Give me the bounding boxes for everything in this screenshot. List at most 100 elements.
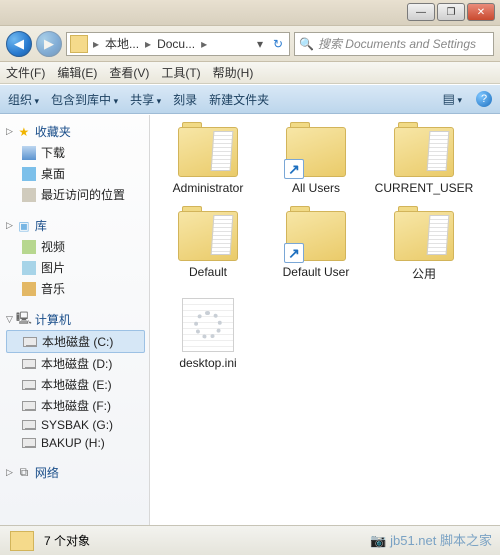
download-icon <box>22 146 36 160</box>
minimize-button[interactable]: — <box>407 3 435 21</box>
toolbar: 组织 包含到库中 共享 刻录 新建文件夹 ▤ ? <box>0 84 500 114</box>
sidebar-item-label: 图片 <box>41 259 65 276</box>
menu-help[interactable]: 帮助(H) <box>213 64 254 81</box>
item-label: CURRENT_USER <box>370 181 478 195</box>
burn-button[interactable]: 刻录 <box>173 91 197 108</box>
share-button[interactable]: 共享 <box>130 91 161 108</box>
sidebar-item-label: 本地磁盘 (C:) <box>42 333 113 350</box>
folder-item[interactable]: ↗ All Users <box>262 127 370 195</box>
search-placeholder: 搜索 Documents and Settings <box>318 35 476 52</box>
sidebar-item-label: 视频 <box>41 238 65 255</box>
folder-icon <box>178 127 238 177</box>
ini-file-icon <box>182 298 234 352</box>
close-button[interactable]: ✕ <box>467 3 495 21</box>
chevron-right-icon: ▷ <box>6 467 13 478</box>
new-folder-button[interactable]: 新建文件夹 <box>209 91 269 108</box>
sidebar-item-label: 音乐 <box>41 280 65 297</box>
folder-icon <box>394 127 454 177</box>
sidebar-head-label: 收藏夹 <box>35 123 71 140</box>
breadcrumb-seg-2[interactable]: Docu... <box>153 37 199 51</box>
folder-item[interactable]: 公用 <box>370 211 478 282</box>
video-icon <box>22 240 36 254</box>
drive-icon <box>22 438 36 448</box>
maximize-button[interactable]: ❐ <box>437 3 465 21</box>
back-button[interactable]: ◀ <box>6 31 32 57</box>
breadcrumb-seg-1[interactable]: 本地... <box>101 35 143 52</box>
address-dropdown-icon[interactable]: ▾ <box>253 37 267 51</box>
sidebar-item-drive[interactable]: 本地磁盘 (C:) <box>6 330 145 353</box>
watermark: 📷 jb51.net 脚本之家 <box>370 530 492 549</box>
chevron-down-icon: ▽ <box>6 314 13 325</box>
item-label: desktop.ini <box>154 356 262 370</box>
item-label: Default <box>154 265 262 279</box>
folder-icon <box>70 35 88 53</box>
sidebar-item-drive[interactable]: 本地磁盘 (D:) <box>6 353 149 374</box>
sidebar-item-label: 本地磁盘 (D:) <box>41 355 112 372</box>
search-input[interactable]: 🔍 搜索 Documents and Settings <box>294 32 494 56</box>
sidebar-head-label: 网络 <box>35 464 59 481</box>
breadcrumb-sep-icon: ▸ <box>91 37 101 51</box>
item-label: All Users <box>262 181 370 195</box>
sidebar-item-pictures[interactable]: 图片 <box>6 257 149 278</box>
shortcut-overlay-icon: ↗ <box>284 159 304 179</box>
sidebar-item-recent[interactable]: 最近访问的位置 <box>6 184 149 205</box>
status-count: 7 个对象 <box>44 532 90 549</box>
main-area: ▷ ★ 收藏夹 下载 桌面 最近访问的位置 ▷ ▣ 库 <box>0 114 500 525</box>
sidebar-item-music[interactable]: 音乐 <box>6 278 149 299</box>
desktop-icon <box>22 167 36 181</box>
sidebar-item-drive[interactable]: SYSBAK (G:) <box>6 416 149 434</box>
sidebar-item-downloads[interactable]: 下载 <box>6 142 149 163</box>
folder-icon <box>10 531 34 551</box>
chevron-right-icon: ▷ <box>6 220 13 231</box>
sidebar-item-label: 下载 <box>41 144 65 161</box>
sidebar-item-videos[interactable]: 视频 <box>6 236 149 257</box>
menu-tools[interactable]: 工具(T) <box>161 64 200 81</box>
sidebar-item-drive[interactable]: 本地磁盘 (F:) <box>6 395 149 416</box>
drive-icon <box>23 337 37 347</box>
menu-edit[interactable]: 编辑(E) <box>57 64 97 81</box>
breadcrumb-sep-icon: ▸ <box>143 37 153 51</box>
sidebar-item-drive[interactable]: BAKUP (H:) <box>6 434 149 452</box>
folder-icon: ↗ <box>286 127 346 177</box>
view-mode-button[interactable]: ▤ <box>441 91 464 107</box>
folder-icon <box>394 211 454 261</box>
sidebar-item-label: BAKUP (H:) <box>41 436 105 450</box>
sidebar-item-drive[interactable]: 本地磁盘 (E:) <box>6 374 149 395</box>
breadcrumb-sep-icon: ▸ <box>199 37 209 51</box>
file-item[interactable]: desktop.ini <box>154 298 262 370</box>
titlebar: — ❐ ✕ <box>0 0 500 26</box>
address-bar[interactable]: ▸ 本地... ▸ Docu... ▸ ▾ ↻ <box>66 32 290 56</box>
sidebar-head-network[interactable]: ▷ ⧉ 网络 <box>6 462 149 483</box>
sidebar-item-label: 本地磁盘 (E:) <box>41 376 112 393</box>
folder-item[interactable]: Administrator <box>154 127 262 195</box>
sidebar-item-label: 本地磁盘 (F:) <box>41 397 111 414</box>
sidebar-head-label: 库 <box>35 217 47 234</box>
sidebar-item-label: SYSBAK (G:) <box>41 418 113 432</box>
help-button[interactable]: ? <box>476 91 492 107</box>
folder-item[interactable]: ↗Default User <box>262 211 370 282</box>
refresh-button[interactable]: ↻ <box>267 37 289 51</box>
menu-view[interactable]: 查看(V) <box>109 64 149 81</box>
item-label: 公用 <box>370 265 478 282</box>
include-in-library-button[interactable]: 包含到库中 <box>51 91 118 108</box>
drive-icon <box>22 359 36 369</box>
sidebar-group-network: ▷ ⧉ 网络 <box>6 462 149 483</box>
folder-item[interactable]: Default <box>154 211 262 282</box>
item-label: Administrator <box>154 181 262 195</box>
sidebar-head-computer[interactable]: ▽ 🖳 计算机 <box>6 309 149 330</box>
recent-icon <box>22 188 36 202</box>
folder-item[interactable]: CURRENT_USER <box>370 127 478 195</box>
search-icon: 🔍 <box>299 37 314 51</box>
shortcut-overlay-icon: ↗ <box>284 243 304 263</box>
organize-button[interactable]: 组织 <box>8 91 39 108</box>
forward-button[interactable]: ▶ <box>36 31 62 57</box>
menu-file[interactable]: 文件(F) <box>6 64 45 81</box>
navigation-pane: ▷ ★ 收藏夹 下载 桌面 最近访问的位置 ▷ ▣ 库 <box>0 115 150 525</box>
sidebar-item-label: 桌面 <box>41 165 65 182</box>
drive-icon <box>22 401 36 411</box>
navigation-bar: ◀ ▶ ▸ 本地... ▸ Docu... ▸ ▾ ↻ 🔍 搜索 Documen… <box>0 26 500 62</box>
sidebar-head-libraries[interactable]: ▷ ▣ 库 <box>6 215 149 236</box>
sidebar-item-desktop[interactable]: 桌面 <box>6 163 149 184</box>
items-view[interactable]: Administrator ↗ All UsersCURRENT_USER Defau… <box>150 115 500 525</box>
sidebar-head-favorites[interactable]: ▷ ★ 收藏夹 <box>6 121 149 142</box>
